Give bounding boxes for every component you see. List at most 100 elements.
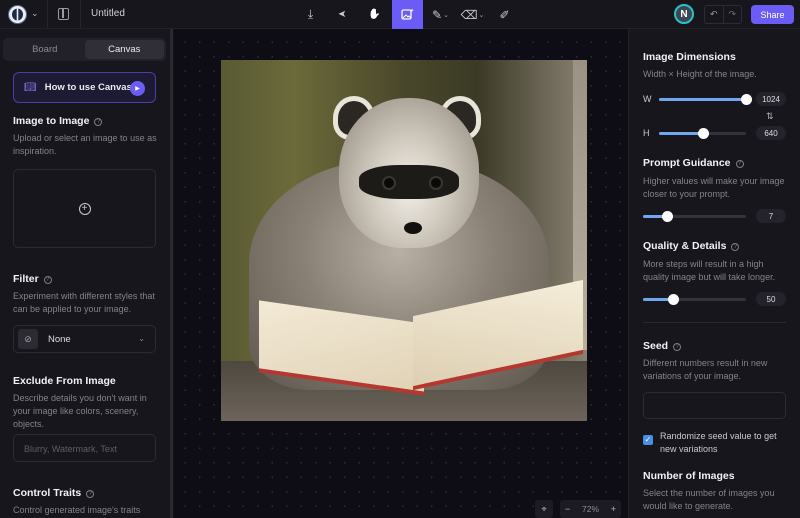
num-images-heading: Number of Images: [643, 470, 735, 482]
hand-pan-icon: ✋: [368, 9, 381, 20]
prompt-guidance-heading: Prompt Guidance?: [643, 157, 744, 169]
tab-canvas[interactable]: Canvas: [84, 40, 164, 59]
chevron-down-icon: ⌄: [478, 11, 485, 19]
undo-redo-group: ↶ ↷: [704, 5, 742, 24]
tool-pan[interactable]: ✋: [360, 0, 389, 29]
width-label: W: [643, 94, 652, 104]
help-icon[interactable]: ?: [735, 160, 744, 168]
image-generate-icon: [401, 8, 414, 20]
how-to-use-canvas-button[interactable]: 📖︎ How to use Canvas ▶: [13, 72, 156, 103]
magic-wand-icon: ✐: [499, 7, 510, 22]
zoom-out-button[interactable]: −: [565, 504, 570, 514]
filter-desc: Experiment with different styles that ca…: [13, 291, 155, 314]
tool-magic-wand[interactable]: ✐: [490, 0, 519, 29]
app-logo[interactable]: [8, 5, 27, 24]
width-slider-knob[interactable]: [741, 94, 752, 105]
share-button[interactable]: Share: [751, 5, 794, 24]
image-to-image-desc: Upload or select an image to use as insp…: [13, 133, 157, 156]
help-icon[interactable]: ?: [94, 118, 103, 126]
randomize-seed-label[interactable]: Randomize seed value to get new variatio…: [660, 430, 790, 456]
sidebar-toggle-icon[interactable]: [58, 8, 69, 20]
undo-icon[interactable]: ↶: [705, 6, 724, 23]
control-traits-title: Control Traits: [13, 487, 82, 499]
filter-heading: Filter?: [13, 273, 52, 285]
document-title[interactable]: Untitled: [91, 8, 125, 19]
height-slider-knob[interactable]: [697, 128, 709, 139]
tool-brush[interactable]: ✎ ⌄: [426, 0, 455, 29]
zoom-in-button[interactable]: +: [611, 504, 616, 514]
width-slider[interactable]: [659, 94, 752, 105]
chevron-down-icon: ⌄: [443, 11, 449, 19]
tool-image-generate[interactable]: [392, 0, 423, 29]
height-value[interactable]: 640: [756, 126, 786, 140]
zoom-controls: ⌖ − 72% +: [535, 500, 621, 518]
no-filter-icon: ⊘: [18, 329, 38, 349]
plus-circle-icon: +: [78, 202, 91, 215]
dimensions-heading: Image Dimensions: [643, 51, 736, 63]
quality-heading: Quality & Details?: [643, 240, 740, 252]
control-traits-heading: Control Traits?: [13, 487, 95, 499]
prompt-guidance-slider[interactable]: [643, 211, 746, 222]
swap-dimensions-icon[interactable]: ⇅: [766, 111, 774, 122]
height-slider-fill: [659, 132, 703, 135]
divider: [80, 0, 81, 29]
seed-heading: Seed?: [643, 340, 682, 352]
image-to-image-heading: Image to Image?: [13, 115, 103, 127]
help-icon[interactable]: ?: [86, 490, 95, 498]
prompt-guidance-title: Prompt Guidance: [643, 157, 731, 169]
filter-selected-value: None: [48, 333, 71, 345]
how-to-label: How to use Canvas: [44, 82, 132, 93]
exclude-input[interactable]: Blurry, Watermark, Text: [13, 434, 156, 462]
tool-import[interactable]: ⤓: [296, 0, 325, 29]
generated-image[interactable]: [221, 60, 587, 421]
filter-title: Filter: [13, 273, 39, 285]
prompt-guidance-desc: Higher values will make your image close…: [643, 176, 785, 199]
eraser-icon: ⌫: [460, 7, 478, 22]
left-panel-scrollbar[interactable]: [170, 29, 173, 518]
pencil-brush-icon: ✎: [432, 7, 443, 22]
quality-title: Quality & Details: [643, 240, 727, 252]
height-label: H: [643, 128, 650, 138]
redo-icon[interactable]: ↷: [724, 6, 742, 23]
seed-input[interactable]: [643, 392, 786, 419]
image-to-image-title: Image to Image: [13, 115, 90, 127]
exclude-heading: Exclude From Image: [13, 375, 116, 387]
help-icon[interactable]: ?: [43, 276, 52, 284]
import-icon: ⤓: [307, 7, 314, 21]
prompt-guidance-knob[interactable]: [661, 211, 673, 222]
tool-eraser[interactable]: ⌫ ⌄: [458, 0, 487, 29]
control-traits-desc: Control generated image's traits: [13, 505, 141, 515]
help-icon[interactable]: ?: [731, 243, 740, 251]
filter-select[interactable]: ⊘ None ⌄: [13, 325, 156, 353]
randomize-seed-checkbox[interactable]: ✓: [643, 435, 653, 445]
section-divider: [643, 322, 786, 323]
logo-icon: [12, 8, 23, 21]
fit-to-screen-icon[interactable]: ⌖: [535, 500, 553, 518]
prompt-guidance-value[interactable]: 7: [756, 209, 786, 223]
image-book-page-left: [259, 300, 424, 396]
help-icon[interactable]: ?: [673, 343, 682, 351]
top-bar: ⌄ Untitled ⤓ ➤ ✋ ✎ ⌄ ⌫ ⌄ ✐ N ↶ ↷ Share: [0, 0, 800, 29]
width-value[interactable]: 1024: [756, 92, 786, 106]
user-avatar[interactable]: N: [674, 4, 694, 24]
height-slider[interactable]: [659, 128, 746, 139]
quality-knob[interactable]: [667, 294, 679, 305]
divider: [47, 0, 48, 29]
seed-desc: Different numbers result in new variatio…: [643, 358, 768, 381]
num-images-desc: Select the number of images you would li…: [643, 488, 775, 511]
tab-board[interactable]: Board: [5, 40, 85, 59]
toolbar: ⤓ ➤ ✋ ✎ ⌄ ⌫ ⌄ ✐: [296, 0, 522, 29]
exclude-desc: Describe details you don't want in your …: [13, 393, 147, 429]
image-raccoon-mask: [359, 165, 459, 199]
quality-slider[interactable]: [643, 294, 746, 305]
chevron-down-icon[interactable]: ⌄: [31, 8, 39, 19]
view-mode-tabs: Board Canvas: [3, 38, 166, 61]
tool-select[interactable]: ➤: [328, 0, 357, 29]
book-icon: 📖︎: [24, 82, 37, 93]
image-upload-dropzone[interactable]: +: [13, 169, 156, 248]
width-slider-fill: [659, 98, 746, 101]
image-open-book: [251, 279, 583, 398]
play-icon: ▶: [130, 81, 145, 96]
select-arrow-icon: ➤: [338, 9, 347, 20]
quality-value[interactable]: 50: [756, 292, 786, 306]
